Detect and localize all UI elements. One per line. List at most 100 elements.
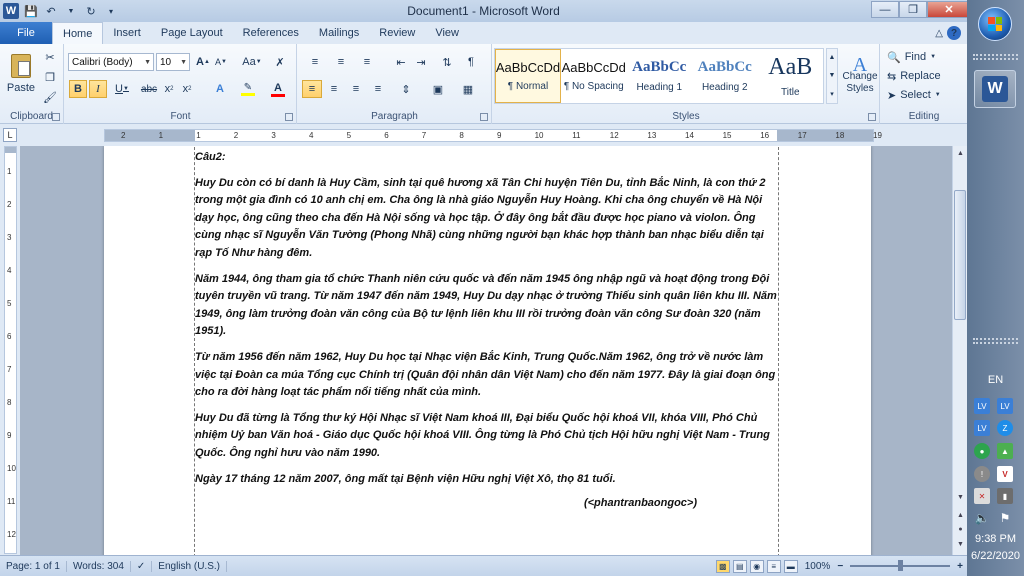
close-icon[interactable]: ✕ xyxy=(927,1,971,18)
text-effects-icon[interactable]: A xyxy=(209,80,231,98)
scroll-thumb[interactable] xyxy=(954,190,966,320)
styles-launcher-icon[interactable] xyxy=(868,113,876,121)
numbering-icon[interactable]: ≡ xyxy=(330,53,352,71)
battery-icon[interactable]: ▮ xyxy=(997,488,1013,504)
zoom-in-icon[interactable]: + xyxy=(957,561,963,572)
paragraph[interactable]: Huy Du đã từng là Tổng thư ký Hội Nhạc s… xyxy=(195,410,779,463)
borders-icon[interactable]: ▦ xyxy=(456,80,480,98)
highlight-color-button[interactable]: ✎ xyxy=(235,80,261,98)
unikey-icon[interactable]: LV xyxy=(974,398,990,414)
tab-references[interactable]: References xyxy=(233,22,309,44)
styles-gallery-scroll[interactable]: ▲ ▼ ▾ xyxy=(826,48,838,104)
style-no-spacing[interactable]: AaBbCcDd ¶ No Spacing xyxy=(561,49,627,103)
clear-formatting-icon[interactable]: ✗ xyxy=(271,53,289,71)
paragraph-launcher-icon[interactable] xyxy=(480,113,488,121)
draft-view-icon[interactable]: ▬ xyxy=(783,559,798,573)
font-launcher-icon[interactable] xyxy=(285,113,293,121)
bullets-icon[interactable]: ≡ xyxy=(304,53,326,71)
change-styles-button[interactable]: A Change Styles xyxy=(841,48,879,106)
next-page-icon[interactable]: ▼ xyxy=(954,537,967,551)
superscript-button[interactable]: x2 xyxy=(179,80,195,98)
scroll-down-icon[interactable]: ▼ xyxy=(954,490,967,504)
italic-button[interactable]: I xyxy=(89,80,107,98)
network-icon[interactable]: ▲ xyxy=(997,443,1013,459)
gallery-more-icon[interactable]: ▾ xyxy=(830,90,834,98)
no-network-icon[interactable]: ✕ xyxy=(974,488,990,504)
word-count[interactable]: Words: 304 xyxy=(67,560,131,572)
chevron-up-icon[interactable]: ▲ xyxy=(829,54,836,61)
minimize-ribbon-icon[interactable]: △ xyxy=(935,28,943,39)
paragraph[interactable]: Huy Du còn có bí danh là Huy Cầm, sinh t… xyxy=(195,175,779,263)
zoom-out-icon[interactable]: − xyxy=(837,561,843,572)
style-heading-2[interactable]: AaBbCc Heading 2 xyxy=(692,49,758,103)
clock-time[interactable]: 9:38 PM xyxy=(967,533,1024,545)
scroll-up-icon[interactable]: ▲ xyxy=(954,146,967,160)
paragraph[interactable]: Ngày 17 tháng 12 năm 2007, ông mất tại B… xyxy=(195,471,779,489)
document-area[interactable]: Câu2: Huy Du còn có bí danh là Huy Cầm, … xyxy=(20,146,952,555)
decrease-indent-icon[interactable]: ⇤ xyxy=(392,53,410,71)
select-button[interactable]: ➤ Select ▼ xyxy=(887,86,941,104)
taskbar-word-button[interactable]: W xyxy=(974,70,1016,108)
tab-insert[interactable]: Insert xyxy=(103,22,151,44)
minimize-icon[interactable]: — xyxy=(871,1,899,18)
start-button[interactable] xyxy=(978,7,1012,41)
underline-button[interactable]: U ▼ xyxy=(111,80,133,98)
taskbar-grip[interactable] xyxy=(973,338,1018,344)
replace-button[interactable]: ⇆ Replace xyxy=(887,67,941,85)
zoom-level[interactable]: 100% xyxy=(805,561,831,572)
paragraph[interactable]: Từ năm 1956 đến năm 1962, Huy Du học tại… xyxy=(195,349,779,402)
tab-selector[interactable]: L xyxy=(3,128,17,142)
shading-icon[interactable]: ▣ xyxy=(426,80,450,98)
clock-date[interactable]: 6/22/2020 xyxy=(967,550,1024,562)
tab-mailings[interactable]: Mailings xyxy=(309,22,369,44)
horizontal-ruler[interactable]: 2 1 1 2 3 4 5 6 7 8 9 10 11 12 13 14 15 16 17 18 19 xyxy=(104,129,882,142)
web-layout-view-icon[interactable]: ◉ xyxy=(749,559,764,573)
font-size-combo[interactable]: 10 ▼ xyxy=(156,53,190,71)
zalo-icon[interactable]: Z xyxy=(997,420,1013,436)
tab-file[interactable]: File xyxy=(0,22,52,44)
grow-font-button[interactable]: A ▲ xyxy=(195,53,211,71)
page-count[interactable]: Page: 1 of 1 xyxy=(0,560,67,572)
document-text[interactable]: Câu2: Huy Du còn có bí danh là Huy Cầm, … xyxy=(195,149,779,521)
flag-icon[interactable]: ⚑ xyxy=(997,510,1013,526)
align-right-icon[interactable]: ≡ xyxy=(346,80,366,98)
restore-icon[interactable]: ❐ xyxy=(899,1,927,18)
save-icon[interactable]: 💾 xyxy=(23,3,39,19)
undo-dropdown-icon[interactable]: ▼ xyxy=(63,3,79,19)
proofing-icon[interactable]: ✓ xyxy=(131,560,153,572)
vertical-ruler[interactable]: 1 2 3 4 5 6 7 8 9 10 11 12 xyxy=(4,146,17,554)
cut-icon[interactable]: ✂ xyxy=(42,48,58,66)
font-color-button[interactable]: A xyxy=(265,80,291,98)
zoom-slider[interactable] xyxy=(850,560,951,571)
align-center-icon[interactable]: ≡ xyxy=(324,80,344,98)
subscript-button[interactable]: x2 xyxy=(161,80,177,98)
help-icon[interactable]: ? xyxy=(947,26,961,40)
outline-view-icon[interactable]: ≡ xyxy=(766,559,781,573)
word-logo-icon[interactable]: W xyxy=(3,3,19,19)
line-spacing-icon[interactable]: ⇕ xyxy=(394,80,418,98)
chevron-down-icon[interactable]: ▼ xyxy=(829,72,836,79)
taskbar-grip[interactable] xyxy=(973,54,1018,60)
alert-icon[interactable]: ! xyxy=(974,466,990,482)
justify-icon[interactable]: ≡ xyxy=(368,80,388,98)
change-case-button[interactable]: Aa ▼ xyxy=(239,53,265,71)
strikethrough-button[interactable]: abc xyxy=(139,80,159,98)
input-language[interactable]: EN xyxy=(967,374,1024,386)
signature[interactable]: (<phantranbaongoc>) xyxy=(195,495,779,513)
clipboard-launcher-icon[interactable] xyxy=(52,113,60,121)
format-painter-icon[interactable]: 🖌 xyxy=(42,88,58,106)
show-formatting-icon[interactable]: ¶ xyxy=(462,53,480,71)
chrome-icon[interactable]: ● xyxy=(974,443,990,459)
paragraph[interactable]: Năm 1944, ông tham gia tổ chức Thanh niê… xyxy=(195,271,779,341)
language-status[interactable]: English (U.S.) xyxy=(152,560,227,572)
style-heading-1[interactable]: AaBbCc Heading 1 xyxy=(627,49,693,103)
tab-review[interactable]: Review xyxy=(369,22,425,44)
unikey-icon[interactable]: LV xyxy=(997,398,1013,414)
multilevel-list-icon[interactable]: ≡ xyxy=(356,53,378,71)
unikey-icon[interactable]: LV xyxy=(974,420,990,436)
font-name-combo[interactable]: Calibri (Body) ▼ xyxy=(68,53,154,71)
tab-view[interactable]: View xyxy=(425,22,469,44)
style-normal[interactable]: AaBbCcDd ¶ Normal xyxy=(495,49,561,103)
bold-button[interactable]: B xyxy=(69,80,87,98)
paragraph-heading[interactable]: Câu2: xyxy=(195,149,779,167)
